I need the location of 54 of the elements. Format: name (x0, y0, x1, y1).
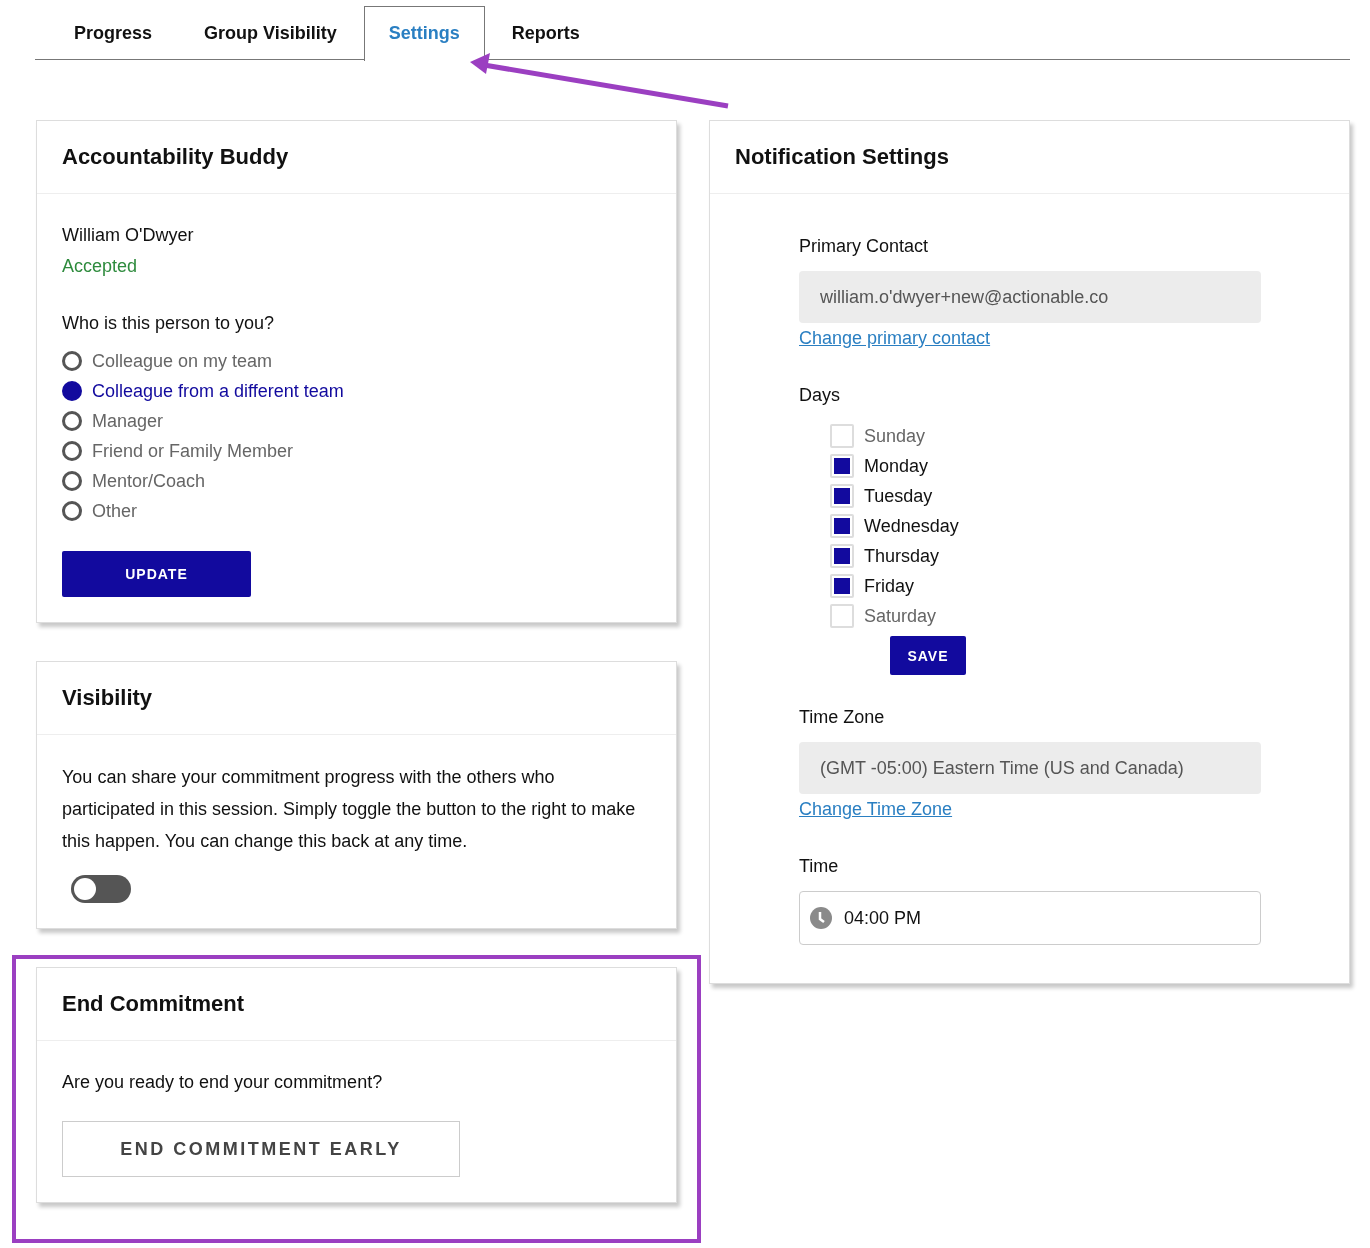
save-button[interactable]: SAVE (890, 636, 966, 675)
day-label[interactable]: Saturday (864, 605, 937, 627)
checkbox[interactable] (830, 454, 854, 478)
time-zone-field[interactable]: (GMT -05:00) Eastern Time (US and Canada) (799, 742, 1261, 794)
checkbox[interactable] (830, 514, 854, 538)
radio-button[interactable] (62, 411, 82, 431)
day-label[interactable]: Wednesday (864, 515, 959, 537)
checkbox[interactable] (830, 484, 854, 508)
buddy-name: William O'Dwyer (62, 224, 195, 247)
option-label[interactable]: Friend or Family Member (92, 440, 294, 462)
email-field[interactable]: william.o'dwyer+new@actionable.co (799, 271, 1261, 323)
radio-button[interactable] (62, 471, 82, 491)
card-title: Visibility (37, 662, 676, 735)
change-contact-link[interactable]: Change primary contact (799, 323, 991, 353)
card-title: End Commitment (37, 968, 676, 1041)
end-commitment-button[interactable]: END COMMITMENT EARLY (62, 1121, 460, 1177)
day-label[interactable]: Sunday (864, 425, 926, 447)
clock-icon (810, 907, 832, 929)
day-label[interactable]: Tuesday (864, 485, 933, 507)
checkbox[interactable] (830, 544, 854, 568)
day-label[interactable]: Thursday (864, 545, 940, 567)
tab[interactable]: Reports (486, 6, 605, 61)
radio-button[interactable] (62, 381, 82, 401)
day-label[interactable]: Friday (864, 575, 914, 597)
update-button[interactable]: UPDATE (62, 551, 251, 597)
field-label: Time Zone (799, 706, 886, 729)
radio-button[interactable] (62, 441, 82, 461)
radio-button[interactable] (62, 351, 82, 371)
time-field[interactable]: 04:00 PM (799, 891, 1261, 945)
day-label[interactable]: Monday (864, 455, 929, 477)
option-label[interactable]: Colleague from a different team (92, 380, 344, 402)
option-label[interactable]: Mentor/Coach (92, 470, 206, 492)
option-label[interactable]: Other (92, 500, 138, 522)
status-text: Accepted (62, 255, 139, 278)
field-label: Primary Contact (799, 235, 930, 258)
radio-button[interactable] (62, 501, 82, 521)
option-label[interactable]: Manager (92, 410, 164, 432)
question-text: Are you ready to end your commitment? (62, 1071, 384, 1094)
change-time-zone-link[interactable]: Change Time Zone (799, 794, 953, 824)
toggle-switch[interactable] (71, 875, 131, 903)
checkbox[interactable] (830, 574, 854, 598)
description-text: You can share your commitment progress with the others who participated in this session. Simply toggle the button to the right to make this happen. You can change this back at any time. (62, 766, 637, 853)
field-label: Time (799, 855, 840, 878)
tab[interactable]: Progress (49, 6, 178, 61)
question-text: Who is this person to you? (62, 312, 276, 335)
checkbox[interactable] (830, 604, 854, 628)
checkbox[interactable] (830, 424, 854, 448)
time-value: 04:00 PM (844, 907, 922, 929)
option-label[interactable]: Colleague on my team (92, 350, 273, 372)
card-title: Accountability Buddy (37, 121, 676, 194)
tab[interactable]: Group Visibility (179, 6, 362, 61)
field-label: Days (799, 384, 841, 407)
card-title: Notification Settings (710, 121, 1349, 194)
tab[interactable]: Settings (363, 6, 485, 61)
